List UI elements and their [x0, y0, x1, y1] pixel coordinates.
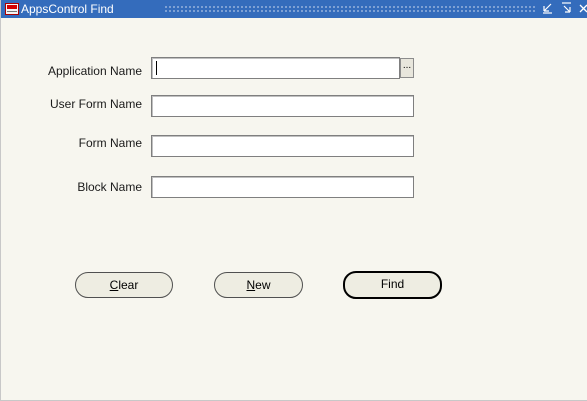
- block-name-field[interactable]: [151, 176, 414, 198]
- list-of-values-button[interactable]: ...: [400, 58, 414, 78]
- application-name-label: Application Name: [47, 64, 142, 78]
- find-button[interactable]: Find: [343, 271, 442, 299]
- user-form-name-field[interactable]: [151, 95, 414, 117]
- block-name-label: Block Name: [77, 180, 142, 194]
- new-button-mnemonic: N: [246, 278, 256, 292]
- minimize-icon[interactable]: [542, 2, 553, 15]
- form-name-label: Form Name: [78, 136, 142, 150]
- form-name-field[interactable]: [151, 135, 414, 157]
- clear-button-label: lear: [118, 278, 139, 292]
- window-title: AppsControl Find: [21, 2, 114, 16]
- new-button[interactable]: New: [214, 272, 303, 298]
- close-icon[interactable]: [579, 2, 587, 15]
- clear-button[interactable]: Clear: [75, 272, 173, 298]
- text-caret: [156, 61, 157, 75]
- maximize-icon[interactable]: [561, 2, 572, 15]
- user-form-name-label: User Form Name: [49, 97, 142, 111]
- titlebar-pattern: [164, 5, 537, 13]
- find-window: AppsControl Find Application Name ... Us…: [0, 0, 587, 401]
- oracle-app-icon: [5, 3, 19, 15]
- title-bar[interactable]: AppsControl Find: [1, 0, 587, 18]
- new-button-label: ew: [255, 278, 271, 292]
- application-name-field[interactable]: [151, 57, 400, 79]
